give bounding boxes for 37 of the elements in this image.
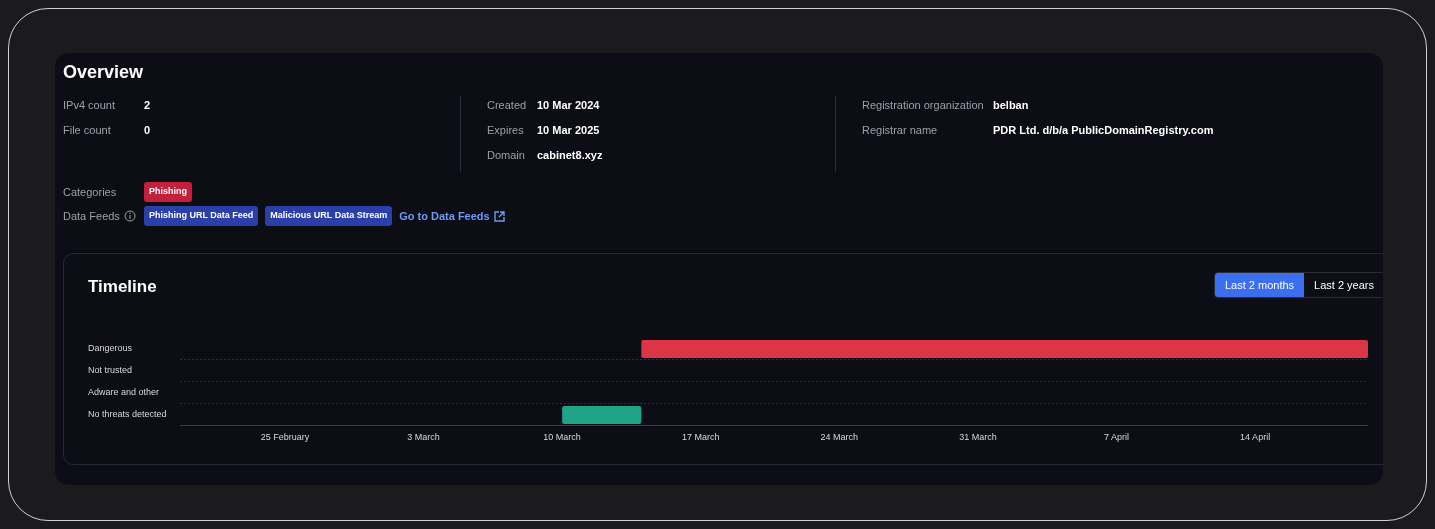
field-label: Expires <box>487 123 525 139</box>
axis-label: 31 March <box>959 430 997 444</box>
overview-title: Overview <box>63 61 145 84</box>
field-label: Registrar name <box>862 123 939 139</box>
row-label: No threats detected <box>88 407 167 421</box>
range-tab[interactable]: Last 2 months <box>1215 273 1305 297</box>
field-value: belban <box>993 98 1029 114</box>
feed-tag: Malicious URL Data Stream <box>265 206 393 226</box>
axis-label: 10 March <box>543 430 581 444</box>
field-label: IPv4 count <box>63 98 116 114</box>
axis-label: 24 March <box>820 430 859 444</box>
axis-label: 7 April <box>1104 430 1130 444</box>
field-label: Categories <box>63 184 118 200</box>
field-value: 2 <box>144 98 151 114</box>
field-label: Data Feeds <box>63 208 120 224</box>
external-link-icon <box>493 210 505 222</box>
field-label: Created <box>487 98 528 114</box>
row-label: Not trusted <box>88 363 133 377</box>
field-label: Domain <box>487 148 526 164</box>
row-label: Dangerous <box>88 341 133 355</box>
field-label: Registration organization <box>862 98 985 114</box>
axis-label: 3 March <box>407 430 440 444</box>
field-value: 10 Mar 2024 <box>537 98 600 114</box>
data-feeds-link[interactable]: Go to Data Feeds <box>399 207 505 225</box>
axis-label: 14 April <box>1240 430 1271 444</box>
field-value: PDR Ltd. d/b/a PublicDomainRegistry.com <box>993 123 1214 139</box>
feed-tag: Phishing URL Data Feed <box>144 206 259 226</box>
info-icon[interactable] <box>123 210 136 222</box>
field-value: 10 Mar 2025 <box>537 123 600 139</box>
row-label: Adware and other <box>88 385 160 399</box>
timeline-title: Timeline <box>88 276 157 298</box>
field-value: cabinet8.xyz <box>537 148 603 164</box>
field-value: 0 <box>144 123 151 139</box>
field-label: File count <box>63 123 112 139</box>
axis-label: 17 March <box>681 430 720 444</box>
category-tag: Phishing <box>144 182 192 202</box>
axis-label: 25 February <box>260 430 310 444</box>
